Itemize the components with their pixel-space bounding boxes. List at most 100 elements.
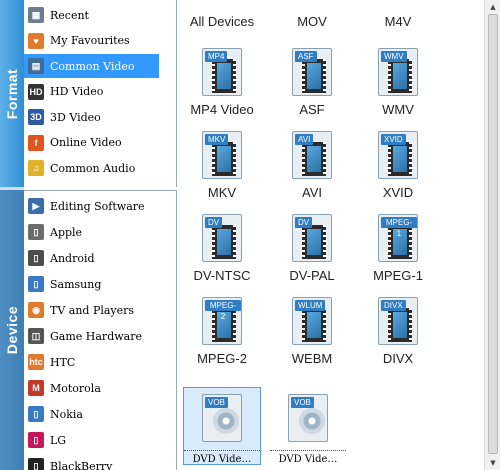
- editing-software-icon: ▶: [28, 198, 44, 214]
- format-grid: All Devices MOV M4V MP4 MP4 Video ASF ASF WMV WM…: [178, 0, 484, 470]
- scroll-up-arrow-icon[interactable]: ▲: [488, 1, 498, 13]
- format-badge: MP4: [205, 51, 228, 62]
- list-item-online-video[interactable]: f Online Video: [24, 131, 159, 155]
- format-tile-label: WEBM: [291, 351, 333, 366]
- list-item-label: Nokia: [50, 407, 83, 421]
- list-item-label: My Favourites: [50, 34, 130, 47]
- list-item-common-audio[interactable]: ♫ Common Audio: [24, 156, 159, 180]
- format-badge: DV: [205, 217, 223, 228]
- format-badge: MPEG-1: [381, 217, 417, 238]
- format-tile-webm[interactable]: WLUM WEBM: [274, 297, 350, 366]
- tv-players-icon: ◉: [28, 302, 44, 318]
- lg-icon: ▯: [28, 432, 44, 448]
- list-item-label: Samsung: [50, 277, 102, 291]
- format-tile-avi[interactable]: AVI AVI: [274, 131, 350, 200]
- format-badge: WMV: [381, 51, 407, 62]
- blackberry-icon: ▯: [28, 458, 44, 470]
- format-tile-dvd-video-2[interactable]: VOB DVD Vide…: [270, 388, 346, 465]
- format-tile-label: MKV: [207, 185, 237, 200]
- format-tile-all-devices[interactable]: All Devices: [184, 14, 260, 29]
- format-tile-label: ASF: [299, 102, 325, 117]
- format-badge: WLUM: [295, 300, 326, 311]
- tab-device[interactable]: Device: [0, 190, 24, 470]
- hd-icon: HD: [28, 83, 44, 100]
- list-item-recent[interactable]: ▦ Recent: [24, 3, 159, 27]
- format-tile-mpeg-2[interactable]: MPEG-2 MPEG-2: [184, 297, 260, 366]
- format-tile-divx[interactable]: DIVX DIVX: [360, 297, 436, 366]
- format-tile-wmv[interactable]: WMV WMV: [360, 48, 436, 117]
- format-tile-dvd-video-1[interactable]: VOB DVD Vide…: [183, 387, 261, 465]
- format-tile-label: AVI: [302, 185, 322, 200]
- tab-format-label: Format: [4, 68, 21, 119]
- format-grid-scrollbar[interactable]: ▲ ▼: [484, 0, 500, 470]
- list-item-label: HTC: [50, 355, 76, 369]
- list-item-label: Android: [50, 251, 95, 265]
- mpeg-2-icon: MPEG-2: [202, 297, 242, 345]
- scroll-thumb[interactable]: [488, 14, 498, 454]
- list-item-3d-video[interactable]: 3D 3D Video: [24, 105, 159, 129]
- format-tile-xvid[interactable]: XVID XVID: [360, 131, 436, 200]
- list-item-motorola[interactable]: M Motorola: [24, 376, 159, 400]
- device-category-list: ▲ ▼ ▶Editing Software▯Apple▯Android▯Sams…: [24, 190, 200, 470]
- list-item-label: 3D Video: [50, 110, 101, 124]
- list-item-label: TV and Players: [50, 303, 135, 317]
- format-category-list: ▦ Recent ♥ My Favourites ▤ Common Video HD HD V…: [24, 0, 177, 187]
- divx-icon: DIVX: [378, 297, 418, 345]
- format-badge: AVI: [295, 134, 314, 145]
- dv-ntsc-icon: DV: [202, 214, 242, 262]
- format-tile-label: DV-NTSC: [193, 268, 251, 283]
- list-item-common-video[interactable]: ▤ Common Video: [24, 54, 159, 78]
- list-item-samsung[interactable]: ▯ Samsung: [24, 272, 159, 296]
- format-tile-mpeg-1[interactable]: MPEG-1 MPEG-1: [360, 214, 436, 283]
- format-tile-mov[interactable]: MOV: [274, 14, 350, 29]
- format-tile-label: MOV: [297, 14, 327, 29]
- format-tile-label: All Devices: [189, 14, 255, 29]
- webm-icon: WLUM: [292, 297, 332, 345]
- list-item-lg[interactable]: ▯ LG: [24, 428, 159, 452]
- dvd-video-icon: VOB: [202, 394, 242, 442]
- dvd-video-icon: VOB: [288, 394, 328, 442]
- list-item-htc[interactable]: htc HTC: [24, 350, 159, 374]
- format-tile-asf[interactable]: ASF ASF: [274, 48, 350, 117]
- format-tile-label: MPEG-1: [373, 268, 423, 283]
- format-tile-label: MP4 Video: [190, 102, 254, 117]
- mp4-video-icon: MP4: [202, 48, 242, 96]
- online-video-icon: f: [28, 134, 44, 151]
- list-item-my-favourites[interactable]: ♥ My Favourites: [24, 29, 159, 53]
- list-item-apple[interactable]: ▯ Apple: [24, 220, 159, 244]
- format-tile-mkv[interactable]: MKV MKV: [184, 131, 260, 200]
- list-item-editing-software[interactable]: ▶ Editing Software: [24, 194, 159, 218]
- tab-format[interactable]: Format: [0, 0, 24, 187]
- format-tile-label: WMV: [382, 102, 414, 117]
- apple-icon: ▯: [28, 224, 44, 240]
- list-item-label: Editing Software: [50, 199, 145, 213]
- list-item-label: Online Video: [50, 136, 122, 149]
- list-item-android[interactable]: ▯ Android: [24, 246, 159, 270]
- format-tile-dv-ntsc[interactable]: DV DV-NTSC: [184, 214, 260, 283]
- format-badge: MPEG-2: [205, 300, 241, 321]
- format-badge: DV: [295, 217, 313, 228]
- scroll-down-arrow-icon[interactable]: ▼: [488, 457, 498, 469]
- format-tile-label: M4V: [384, 14, 412, 29]
- list-item-label: LG: [50, 433, 67, 447]
- list-item-nokia[interactable]: ▯ Nokia: [24, 402, 159, 426]
- list-item-label: Recent: [50, 8, 89, 22]
- samsung-icon: ▯: [28, 276, 44, 292]
- format-tile-dv-pal[interactable]: DV DV-PAL: [274, 214, 350, 283]
- list-item-blackberry[interactable]: ▯ BlackBerry: [24, 454, 159, 470]
- list-item-hd-video[interactable]: HD HD Video: [24, 80, 159, 104]
- list-item-label: Common Audio: [50, 161, 136, 175]
- format-tile-label: DVD Vide…: [270, 450, 346, 465]
- format-tile-label: MPEG-2: [197, 351, 247, 366]
- wmv-icon: WMV: [378, 48, 418, 96]
- motorola-icon: M: [28, 380, 44, 396]
- format-badge: VOB: [205, 397, 228, 408]
- format-tile-mp4-video[interactable]: MP4 MP4 Video: [184, 48, 260, 117]
- film-icon: ▤: [28, 58, 44, 74]
- list-item-tv-and-players[interactable]: ◉ TV and Players: [24, 298, 159, 322]
- format-tile-m4v[interactable]: M4V: [360, 14, 436, 29]
- list-item-game-hardware[interactable]: ◫ Game Hardware: [24, 324, 159, 348]
- format-badge: XVID: [381, 134, 406, 145]
- dv-pal-icon: DV: [292, 214, 332, 262]
- heart-icon: ♥: [28, 32, 44, 49]
